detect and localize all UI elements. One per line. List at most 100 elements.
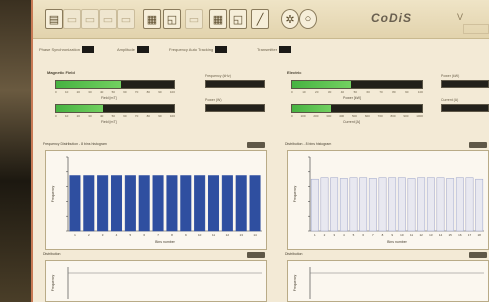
toolbar: CoDiS V ▤ ▭ ▭ ▭ ▭ ▦ ◱ ▭ ▦ ◱ ╱ ✲ ○ [33,0,489,39]
chart-x-tick-label: 2 [88,233,90,237]
background-edge [0,0,31,302]
chart-x-tick-label: 9 [185,233,187,237]
meter-tick-label: 1000 [416,114,423,118]
meter-tick-label: 100 [300,114,306,118]
status-indicator [136,45,149,53]
chart-x-tick-label: 13 [240,233,244,237]
meter-tick-label: 0 [55,90,57,94]
left-value-label-1: Frequency (kHz) [205,74,231,78]
status-indicator [215,45,228,53]
tool-button[interactable]: ▭ [63,9,81,29]
chart-svg: Frequency1 2 3 4 5 6 7 8 9 10 11 12 13 14 15 16 17 18Bins… [293,156,484,244]
layout-button[interactable]: ▦ [143,9,161,29]
chart-title: Distribution [43,252,61,256]
graph-icon: ◱ [166,13,178,26]
tool-button[interactable]: ▭ [81,9,99,29]
pen-icon: ╱ [256,13,264,26]
meter-tick-label: 90 [158,114,162,118]
meter-fill [292,81,351,88]
app-logo: CoDiS [371,11,412,25]
chart-clear-button[interactable] [469,142,487,148]
chart-x-tick-label: 4 [343,233,345,237]
chart-bar [465,177,474,232]
chart-bar [221,175,233,232]
chart-clear-button[interactable] [247,142,265,148]
status-label: Transmitter [257,46,278,52]
meter-tick-label: 30 [88,90,92,94]
chart-bar [110,175,123,232]
chart-x-tick-label: 3 [102,233,104,237]
chart-bar [152,175,164,232]
meter-tick-label: 0 [55,114,57,118]
graph-icon: ◱ [232,13,244,26]
right-value-label-1: Power (kW) [441,74,460,78]
toolbar-right-text: V [457,12,464,22]
chart-bar [378,177,387,232]
chart-x-tick-label: 12 [226,233,230,237]
chart-bar [455,177,464,232]
meter-tick-label: 80 [392,90,396,94]
right-value-box-1 [441,80,489,88]
gear-button[interactable]: ✲ [281,9,299,29]
tool-icon: ▭ [102,13,114,26]
chart-bar [436,177,445,232]
chart-title: Distribution [285,252,303,256]
meter-caption: Field [mT] [101,120,117,124]
right-value-label-2: Current (A) [441,98,459,102]
circle-button[interactable]: ○ [299,9,317,29]
chart-x-tick-label: 9 [391,233,393,237]
meter-tick-label: 900 [403,114,409,118]
chart-clear-button[interactable] [469,252,487,258]
chart-bar [83,175,95,232]
tool-button[interactable]: ▭ [117,9,135,29]
status-row: Phase Synchronization Amplitude Frequency … [39,44,479,56]
chart-x-tick-label: 11 [212,233,215,237]
meter-tick-label: 0 [291,90,293,94]
graph-button[interactable]: ◱ [229,9,247,29]
meter-tick-label: 800 [390,114,396,118]
status-item: Frequency Auto Tracking [169,44,228,54]
chart-bar [397,177,406,232]
layout-button[interactable]: ▦ [209,9,227,29]
chart-bar [310,178,319,232]
status-item: Amplitude [117,44,149,54]
chart-x-tick-label: 3 [333,233,335,237]
meter-tick-label: 60 [366,90,370,94]
chart-bar [388,177,397,232]
chart-x-tick-label: 12 [419,233,423,237]
chart-panel: Frequency Distribution - 8 bins histogra… [43,142,269,250]
meter-tick-label: 10 [302,90,306,94]
chart-frame: Frequency [45,260,267,302]
meter-tick-label: 100 [169,90,175,94]
chart-x-tick-label: 2 [324,233,326,237]
meter-tick-label: 30 [88,114,92,118]
tool-icon: ▭ [188,13,200,26]
graph-button[interactable]: ◱ [163,9,181,29]
chart-frame: Frequency 1 2 3 4 5 6 7 8 9 10 11 12 13 14 15 16 17 18 Bins… [287,150,489,250]
meter-tick-label: 0 [291,114,293,118]
toolbar-right-field[interactable] [463,24,489,34]
chart-x-tick-label: 14 [439,233,443,237]
chart-clear-button[interactable] [247,252,265,258]
chart-x-tick-label: 14 [253,233,257,237]
meter-bar [291,104,423,113]
meter-tick-label: 30 [327,90,332,94]
chart-bar [446,178,455,232]
meter-tick-label: 80 [146,114,150,118]
meter-tick-label: 700 [377,114,383,118]
meter-tick-label: 10 [64,90,69,94]
chart-x-tick-label: 13 [429,233,433,237]
tool-button[interactable]: ▭ [185,9,203,29]
left-panel-title: Magnetic Field [47,70,75,75]
meter-tick-label: 70 [134,114,139,118]
pen-button[interactable]: ╱ [251,9,269,29]
chart-bar [359,177,368,232]
status-item: Transmitter [257,44,292,54]
tool-button[interactable]: ▭ [99,9,117,29]
save-button[interactable]: ▤ [45,9,63,29]
status-label: Phase Synchronization [39,46,80,52]
meter-fill [56,105,104,112]
chart-x-tick-label: 6 [143,233,145,237]
chart-panel: Distribution Frequency [285,252,489,302]
chart-x-tick-label: 7 [372,233,374,237]
